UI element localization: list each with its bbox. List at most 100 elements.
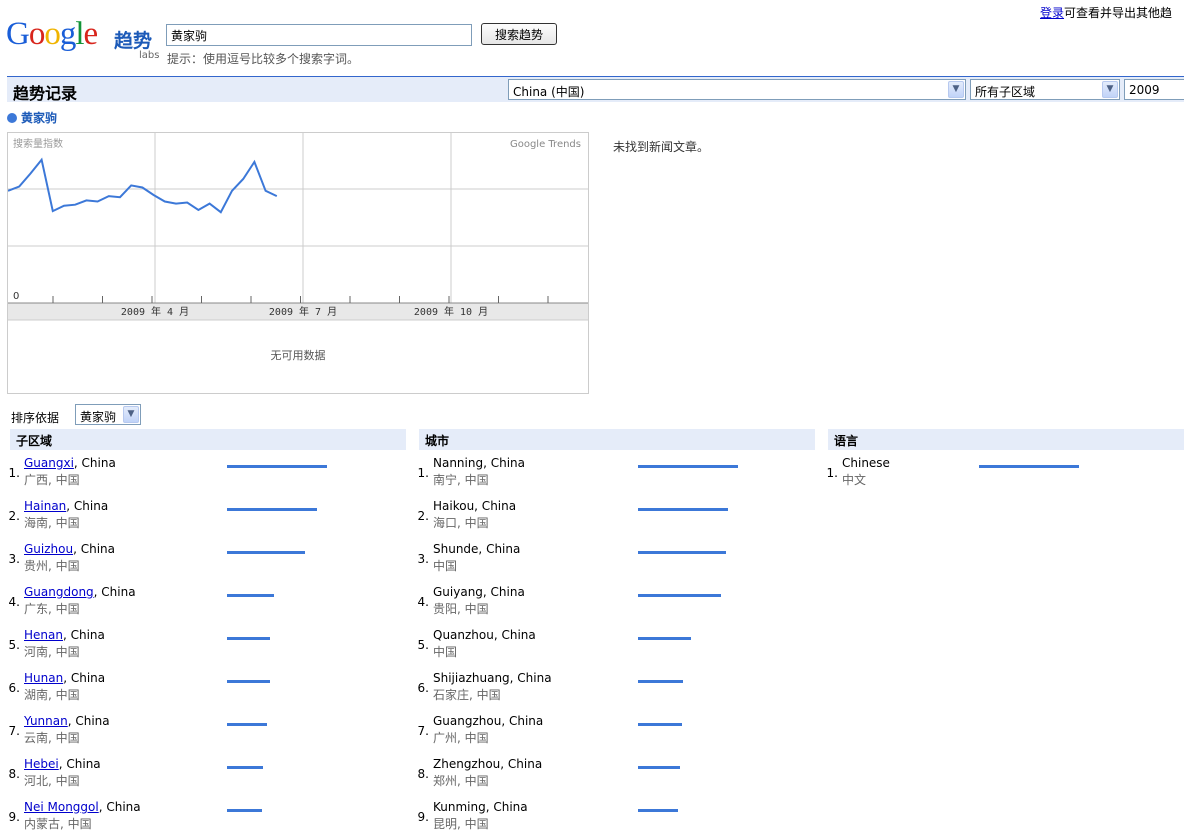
news-empty-message: 未找到新闻文章。 — [613, 140, 710, 154]
language-name: Chinese — [842, 456, 890, 470]
subregion-name: Yunnan, China — [24, 714, 110, 728]
subregion-link[interactable]: Hunan — [24, 671, 63, 685]
city-native-name: 广州, 中国 — [433, 731, 489, 745]
search-hint: 提示：使用逗号比较多个搜索字词。 — [167, 52, 360, 66]
sort-select-value: 黄家驹 — [80, 410, 117, 424]
subregion-volume-bar — [227, 809, 262, 812]
year-select-value: 2009 — [1129, 83, 1160, 97]
x-tick-label-oct: 2009 年 10 月 — [414, 305, 488, 318]
city-native-name: 石家庄, 中国 — [433, 688, 501, 702]
city-volume-bar — [638, 637, 691, 640]
logo-product: 趋势 — [114, 30, 153, 52]
city-native-name: 南宁, 中国 — [433, 473, 489, 487]
login-link[interactable]: 登录 — [1040, 6, 1064, 20]
subregion-native-name: 河北, 中国 — [24, 774, 80, 788]
search-input[interactable] — [166, 24, 472, 46]
subregion-volume-bar — [227, 551, 305, 554]
city-native-name: 海口, 中国 — [433, 516, 489, 530]
subregion-name: Henan, China — [24, 628, 105, 642]
rank-number: 2. — [417, 509, 429, 523]
subregion-link[interactable]: Henan — [24, 628, 63, 642]
chevron-down-icon: ▼ — [123, 406, 139, 423]
subregion-link[interactable]: Guizhou — [24, 542, 73, 556]
rank-number: 4. — [8, 595, 20, 609]
year-select[interactable]: 2009 — [1124, 79, 1184, 100]
rank-number: 5. — [8, 638, 20, 652]
city-row: 9. Kunming, China 昆明, 中国 — [409, 800, 799, 840]
subregion-native-name: 广西, 中国 — [24, 473, 80, 487]
subregion-volume-bar — [227, 508, 317, 511]
city-name: Quanzhou, China — [433, 628, 536, 642]
subregion-country: , China — [93, 585, 136, 599]
rank-number: 7. — [417, 724, 429, 738]
city-name: Haikou, China — [433, 499, 517, 513]
rank-number: 3. — [417, 552, 429, 566]
rank-number: 8. — [8, 767, 20, 781]
city-row: 2. Haikou, China 海口, 中国 — [409, 499, 799, 539]
city-volume-bar — [638, 594, 721, 597]
chevron-down-icon: ▼ — [948, 81, 964, 98]
city-volume-bar — [638, 680, 683, 683]
google-logo-text: Google — [6, 16, 98, 52]
subregion-name: Hunan, China — [24, 671, 105, 685]
city-native-name: 郑州, 中国 — [433, 774, 489, 788]
city-volume-bar — [638, 766, 680, 769]
subregion-native-name: 贵州, 中国 — [24, 559, 80, 573]
rank-number: 1. — [417, 466, 429, 480]
sort-select[interactable]: 黄家驹 ▼ — [75, 404, 141, 425]
x-tick-label-apr: 2009 年 4 月 — [121, 305, 189, 318]
city-name: Shunde, China — [433, 542, 521, 556]
subregion-native-name: 内蒙古, 中国 — [24, 817, 92, 831]
series-legend: 黄家驹 — [7, 109, 57, 126]
city-row: 7. Guangzhou, China 广州, 中国 — [409, 714, 799, 754]
city-name: Guiyang, China — [433, 585, 525, 599]
subregion-row: 7. Yunnan, China 云南, 中国 — [0, 714, 390, 754]
subregion-link[interactable]: Hebei — [24, 757, 59, 771]
rank-number: 5. — [417, 638, 429, 652]
subregion-link[interactable]: Nei Monggol — [24, 800, 99, 814]
subregion-link[interactable]: Yunnan — [24, 714, 68, 728]
language-volume-bar — [979, 465, 1079, 468]
subregion-country: , China — [73, 542, 115, 556]
city-volume-bar — [638, 723, 682, 726]
city-native-name: 中国 — [433, 645, 458, 659]
subregion-row: 1. Guangxi, China 广西, 中国 — [0, 456, 390, 496]
city-name: Nanning, China — [433, 456, 526, 470]
subregion-volume-bar — [227, 637, 270, 640]
subregion-name: Guizhou, China — [24, 542, 115, 556]
rank-number: 6. — [8, 681, 20, 695]
region-select[interactable]: China (中国) ▼ — [508, 79, 966, 100]
subregion-link[interactable]: Guangxi — [24, 456, 74, 470]
series-legend-label: 黄家驹 — [21, 111, 58, 125]
subregion-volume-bar — [227, 723, 267, 726]
subregion-select[interactable]: 所有子区域 ▼ — [970, 79, 1120, 100]
subregion-volume-bar — [227, 465, 327, 468]
subregion-country: , China — [73, 456, 116, 470]
rank-number: 9. — [417, 810, 429, 824]
city-native-name: 贵阳, 中国 — [433, 602, 489, 616]
city-row: 5. Quanzhou, China 中国 — [409, 628, 799, 668]
subregion-name: Nei Monggol, China — [24, 800, 141, 814]
subregion-row: 6. Hunan, China 湖南, 中国 — [0, 671, 390, 711]
x-tick-label-jul: 2009 年 7 月 — [269, 305, 337, 318]
search-trends-button[interactable]: 搜索趋势 — [481, 23, 557, 45]
rank-number: 4. — [417, 595, 429, 609]
subregion-link[interactable]: Hainan — [24, 499, 66, 513]
subregion-name: Guangxi, China — [24, 456, 116, 470]
city-name: Kunming, China — [433, 800, 528, 814]
language-row: 1. Chinese 中文 — [818, 456, 1184, 496]
rank-number: 3. — [8, 552, 20, 566]
google-trends-logo[interactable]: Google 趋势 labs — [6, 14, 160, 64]
logo-labs: labs — [139, 50, 160, 61]
subregion-link[interactable]: Guangdong — [24, 585, 94, 599]
subregion-name: Hainan, China — [24, 499, 108, 513]
city-row: 4. Guiyang, China 贵阳, 中国 — [409, 585, 799, 625]
city-native-name: 昆明, 中国 — [433, 817, 489, 831]
subregion-row: 8. Hebei, China 河北, 中国 — [0, 757, 390, 797]
y-axis-title: 搜索量指数 — [13, 137, 63, 150]
subregion-name: Guangdong, China — [24, 585, 136, 599]
subregion-native-name: 海南, 中国 — [24, 516, 80, 530]
city-volume-bar — [638, 508, 728, 511]
subregion-row: 4. Guangdong, China 广东, 中国 — [0, 585, 390, 625]
city-volume-bar — [638, 551, 726, 554]
